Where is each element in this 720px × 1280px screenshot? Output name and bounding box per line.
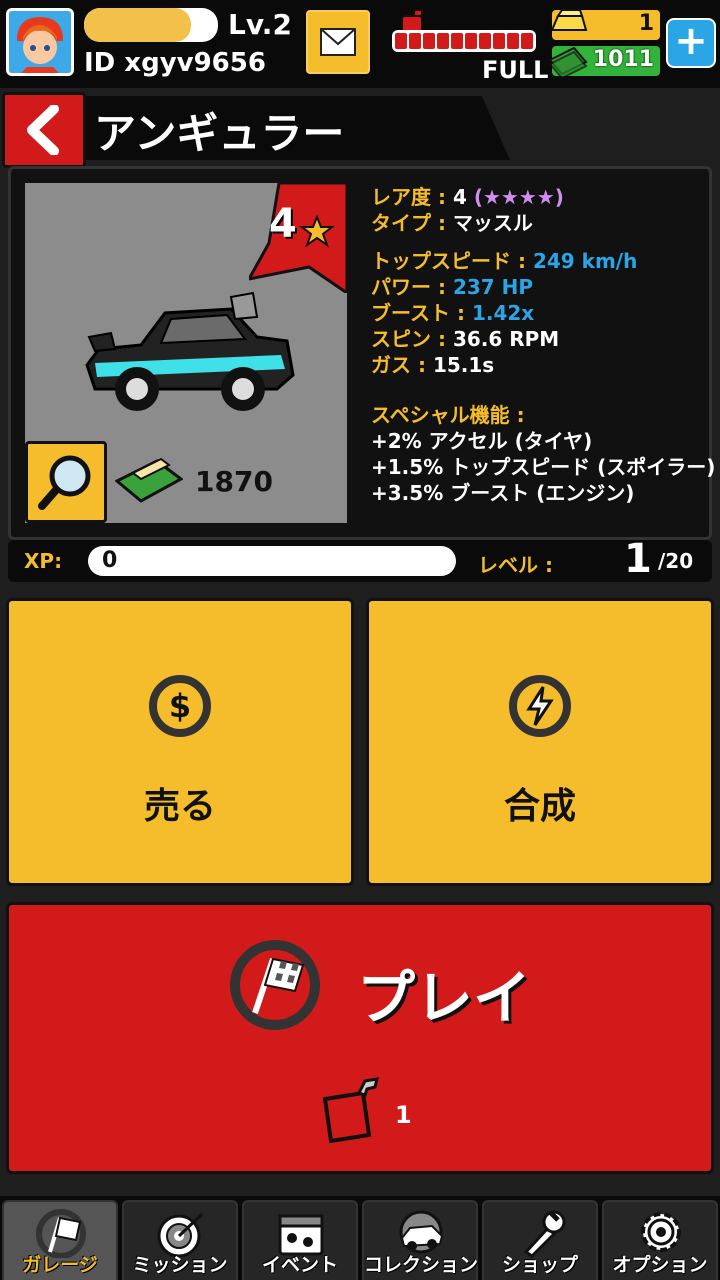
gold-amount: 1 bbox=[638, 11, 654, 36]
car-level-label: レベル : bbox=[478, 553, 553, 577]
stat-gas-value: 15.1s bbox=[432, 353, 495, 377]
special-features-heading: スペシャル機能 : bbox=[371, 399, 525, 428]
stat-rarity-value: 4 bbox=[452, 185, 467, 209]
nav-garage-label: ガレージ bbox=[22, 1254, 98, 1276]
fuel-can-icon bbox=[322, 1077, 380, 1144]
fuel-segment bbox=[465, 33, 477, 49]
player-id: ID xgyv9656 bbox=[84, 48, 266, 78]
stat-power-label: パワー : bbox=[371, 275, 446, 299]
rarity-number: 4 bbox=[269, 201, 297, 247]
chevron-left-icon bbox=[27, 105, 59, 155]
top-header: Lv.2 ID xgyv9656 FULL 1 1011 + bbox=[0, 0, 720, 88]
title-bar: アンギュラー bbox=[0, 92, 720, 168]
back-button[interactable] bbox=[2, 92, 86, 168]
stat-spin-label: スピン : bbox=[371, 327, 446, 351]
envelope-icon bbox=[320, 28, 356, 56]
stat-boost: ブースト : 1.42x bbox=[371, 297, 534, 326]
car-sell-price: 1870 bbox=[195, 465, 273, 498]
fuel-segment bbox=[479, 33, 491, 49]
fuel-segment bbox=[493, 33, 505, 49]
player-xp-fill bbox=[84, 8, 192, 42]
magnifier-icon bbox=[38, 455, 91, 510]
stat-boost-value: 1.42x bbox=[471, 301, 535, 325]
player-level: Lv.2 bbox=[228, 8, 292, 41]
mail-button[interactable] bbox=[306, 10, 370, 74]
plus-icon: + bbox=[674, 18, 708, 64]
fuel-cost: 1 bbox=[395, 1101, 412, 1129]
fuel-segment bbox=[409, 33, 421, 49]
fuel-gauge bbox=[392, 30, 536, 52]
cash-counter: 1011 bbox=[548, 46, 660, 78]
player-xp-bar bbox=[84, 8, 218, 42]
special-feature-2: +1.5% トップスピード (スポイラー) bbox=[371, 455, 716, 479]
combine-label: 合成 bbox=[503, 786, 576, 827]
nav-shop-label: ショップ bbox=[501, 1254, 578, 1276]
stat-rarity-label: レア度 : bbox=[371, 185, 446, 209]
stat-top-speed-value: 249 km/h bbox=[532, 249, 638, 273]
checkered-flag-icon bbox=[230, 940, 320, 1030]
car-illustration bbox=[85, 291, 295, 411]
cash-amount: 1011 bbox=[592, 47, 654, 72]
nav-mission-label: ミッション bbox=[132, 1254, 228, 1276]
cash-stack-icon bbox=[548, 46, 588, 78]
combine-button[interactable]: 合成 bbox=[366, 598, 714, 886]
stat-power-value: 237 HP bbox=[452, 275, 534, 299]
stat-gas-label: ガス : bbox=[371, 353, 426, 377]
svg-text:$: $ bbox=[169, 687, 191, 725]
fuel-segment bbox=[507, 33, 519, 49]
nav-option-label: オプション bbox=[612, 1254, 708, 1276]
nav-option[interactable]: オプション bbox=[602, 1200, 718, 1280]
car-detail-panel: 4 1870 レア度 : 4 (★★★★) タイプ : マッスル トップスピード… bbox=[8, 166, 716, 540]
add-currency-button[interactable]: + bbox=[666, 18, 716, 68]
fuel-status: FULL bbox=[482, 56, 549, 84]
stat-boost-label: ブースト : bbox=[371, 301, 465, 325]
nav-event[interactable]: イベント bbox=[242, 1200, 358, 1280]
stat-gas: ガス : 15.1s bbox=[371, 349, 494, 378]
car-level-max: /20 bbox=[658, 549, 694, 573]
car-name-title: アンギュラー bbox=[94, 109, 345, 158]
nav-garage[interactable]: ガレージ bbox=[2, 1200, 118, 1280]
stat-type-label: タイプ : bbox=[371, 211, 446, 235]
player-avatar[interactable] bbox=[6, 8, 74, 76]
xp-label: XP: bbox=[24, 549, 63, 573]
bottom-navigation: ガレージ ミッション イベント コレクション ショップ オプション bbox=[0, 1196, 720, 1280]
stat-type: タイプ : マッスル bbox=[371, 207, 533, 236]
stat-power: パワー : 237 HP bbox=[371, 271, 533, 300]
stat-rarity: レア度 : 4 (★★★★) bbox=[371, 181, 564, 210]
fuel-segment bbox=[437, 33, 449, 49]
fuel-segment bbox=[521, 33, 533, 49]
special-features-label: スペシャル機能 : bbox=[371, 403, 525, 427]
xp-value: 0 bbox=[102, 548, 118, 573]
stat-top-speed-label: トップスピード : bbox=[371, 249, 526, 273]
stat-spin: スピン : 36.6 RPM bbox=[371, 323, 559, 352]
inspect-button[interactable] bbox=[25, 441, 107, 523]
fuel-segment bbox=[395, 33, 407, 49]
car-xp-row: XP: 0 レベル : 1 /20 bbox=[8, 536, 712, 582]
play-button[interactable]: プレイ 1 bbox=[6, 902, 714, 1174]
fuel-segment bbox=[451, 33, 463, 49]
play-label: プレイ bbox=[357, 964, 532, 1032]
stat-spin-value: 36.6 RPM bbox=[452, 327, 560, 351]
stat-top-speed: トップスピード : 249 km/h bbox=[371, 245, 637, 274]
cash-stack-icon bbox=[115, 457, 183, 503]
car-xp-bar: 0 bbox=[88, 546, 456, 576]
special-feature-3: +3.5% ブースト (エンジン) bbox=[371, 481, 635, 505]
gold-bar-icon bbox=[550, 9, 588, 31]
rarity-ribbon bbox=[249, 183, 347, 293]
nav-mission[interactable]: ミッション bbox=[122, 1200, 238, 1280]
nav-collection[interactable]: コレクション bbox=[362, 1200, 478, 1280]
fuel-segment bbox=[423, 33, 435, 49]
gold-counter: 1 bbox=[550, 9, 660, 40]
coin-sell-icon: $ bbox=[149, 675, 211, 737]
nav-collection-label: コレクション bbox=[364, 1254, 479, 1276]
sell-label: 売る bbox=[143, 786, 216, 827]
sell-button[interactable]: $ 売る bbox=[6, 598, 354, 886]
stat-type-value: マッスル bbox=[452, 211, 533, 235]
nav-shop[interactable]: ショップ bbox=[482, 1200, 598, 1280]
nav-event-label: イベント bbox=[261, 1254, 338, 1276]
stat-rarity-stars: (★★★★) bbox=[473, 185, 564, 209]
lightning-icon bbox=[509, 675, 571, 737]
special-feature-1: +2% アクセル (タイヤ) bbox=[371, 429, 593, 453]
car-level-current: 1 bbox=[624, 536, 652, 582]
